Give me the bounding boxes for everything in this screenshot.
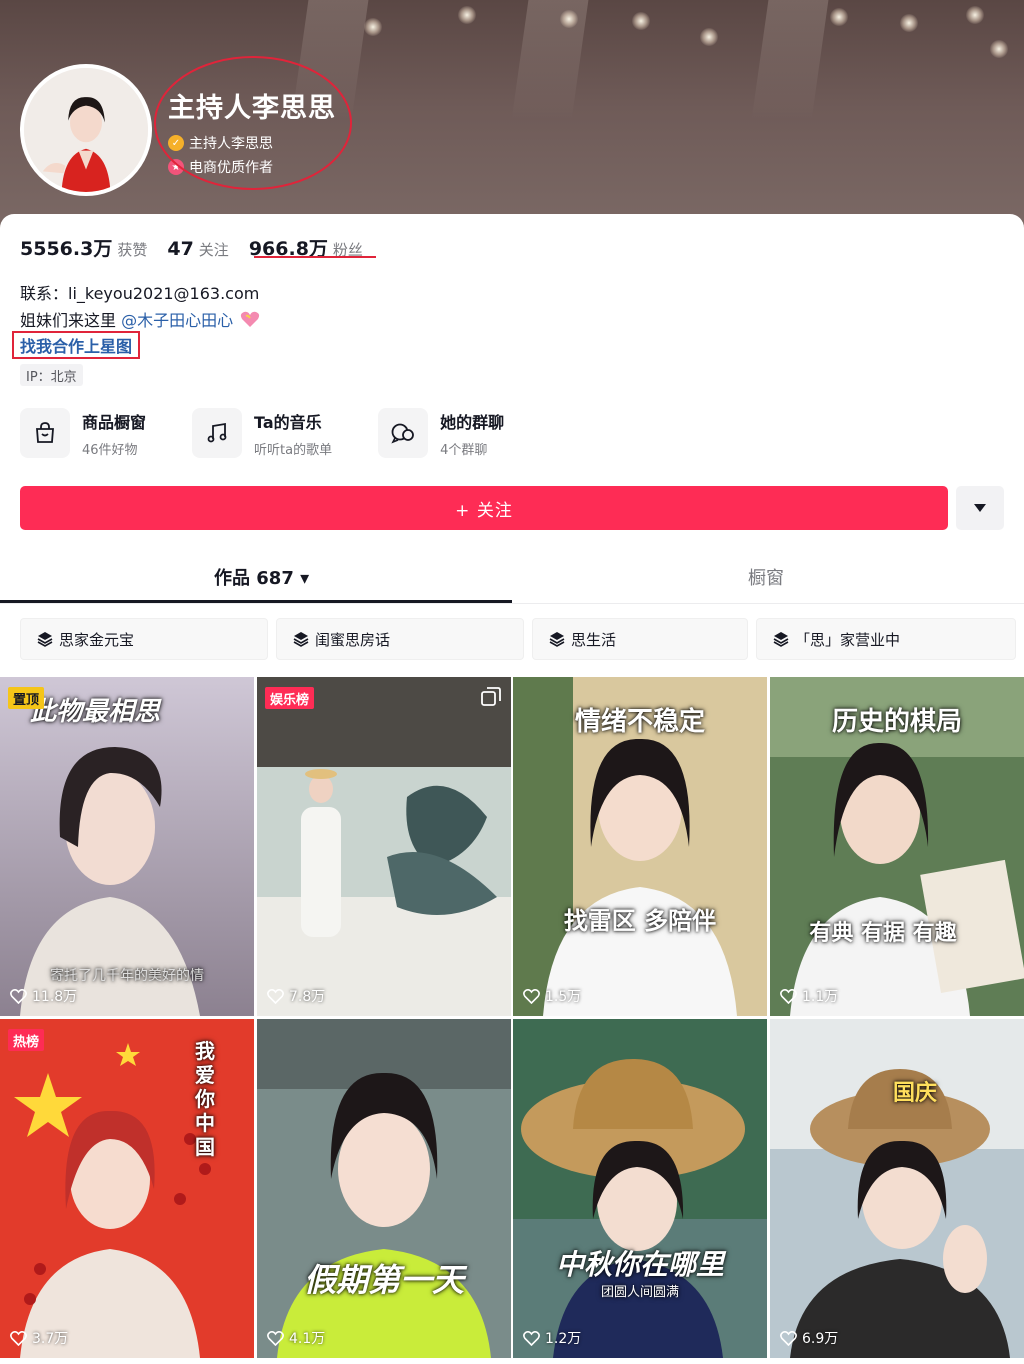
shortcut-shop-window[interactable]: 商品橱窗 46件好物 [20, 408, 146, 458]
stat-likes[interactable]: 5556.3万 获赞 [20, 234, 147, 261]
video-tile[interactable]: 情绪不稳定 找雷区 多陪伴 1.5万 [513, 677, 767, 1016]
annotation-underline [254, 256, 376, 258]
profile-banner: 主持人李思思 ✓ 主持人李思思 ★ 电商优质作者 [0, 0, 1024, 240]
video-tile[interactable]: 我爱你中国 热榜 3.7万 [0, 1019, 254, 1358]
pinned-badge: 置顶 [8, 687, 45, 709]
collection-chip[interactable]: 思生活 [532, 618, 748, 660]
avatar[interactable] [20, 64, 152, 196]
collection-chip[interactable]: 思家金元宝 [20, 618, 268, 660]
video-tile[interactable]: 娱乐榜 7.8万 [257, 677, 511, 1016]
hot-rank-badge: 热榜 [8, 1029, 45, 1051]
collection-list: 思家金元宝 闺蜜思房话 思生活 「思」家营业中 [20, 618, 1016, 660]
profile-bio: 联系：li_keyou2021@163.com 姐妹们来这里 @木子田心田心 [20, 280, 260, 334]
video-tile[interactable]: 国庆 6.9万 [770, 1019, 1024, 1358]
entertainment-rank-badge: 娱乐榜 [265, 687, 315, 709]
star-cooperation-link[interactable]: 找我合作上星图 [12, 331, 141, 359]
heart-outline-icon [267, 988, 284, 1004]
like-count: 6.9万 [780, 1328, 838, 1348]
like-count: 1.1万 [780, 986, 838, 1006]
video-tile[interactable]: 此物最相思 寄托了几千年的美好的情 置顶 11.8万 [0, 677, 254, 1016]
stack-icon [293, 632, 309, 647]
group-chat-icon [378, 408, 429, 458]
stack-icon [773, 632, 789, 647]
like-count: 7.8万 [267, 986, 325, 1006]
heart-outline-icon [523, 1330, 540, 1346]
annotation-ellipse [154, 56, 352, 190]
stack-icon [37, 632, 53, 647]
bio-contact: 联系：li_keyou2021@163.com [20, 284, 260, 303]
multi-image-icon [481, 687, 501, 706]
heart-outline-icon [267, 1330, 284, 1346]
follow-button[interactable]: + 关注 [20, 486, 948, 530]
shopping-bag-icon [20, 408, 70, 458]
tab-works[interactable]: 作品 687 ▾ [214, 564, 309, 590]
heart-emoji-icon [241, 311, 260, 327]
ip-location: IP：北京 [20, 364, 83, 386]
like-count: 3.7万 [10, 1328, 68, 1348]
tab-shop-window[interactable]: 橱窗 [748, 564, 784, 590]
stack-icon [549, 632, 565, 647]
heart-outline-icon [523, 988, 540, 1004]
stat-following[interactable]: 47 关注 [167, 238, 228, 260]
like-count: 4.1万 [267, 1328, 325, 1348]
collection-chip[interactable]: 「思」家营业中 [756, 618, 1016, 660]
shortcut-music[interactable]: Ta的音乐 听听ta的歌单 [192, 408, 332, 458]
music-note-icon [192, 408, 243, 458]
heart-outline-icon [10, 1330, 27, 1346]
like-count: 1.2万 [523, 1328, 581, 1348]
mention-link[interactable]: @木子田心田心 [121, 311, 233, 330]
profile-shortcuts: 商品橱窗 46件好物 Ta的音乐 听听ta的歌单 她的群聊 4个群聊 [20, 408, 550, 458]
caret-down-icon [974, 504, 986, 512]
shortcut-group-chat[interactable]: 她的群聊 4个群聊 [378, 408, 504, 458]
bio-line-2: 姐妹们来这里 @木子田心田心 [20, 307, 260, 334]
heart-outline-icon [780, 988, 797, 1004]
video-grid: 此物最相思 寄托了几千年的美好的情 置顶 11.8万 娱乐榜 7.8万 情绪不稳… [0, 677, 1024, 1364]
heart-outline-icon [780, 1330, 797, 1346]
profile-tabs: 作品 687 ▾ 橱窗 [0, 558, 1024, 604]
like-count: 11.8万 [10, 986, 77, 1006]
video-tile[interactable]: 假期第一天 4.1万 [257, 1019, 511, 1358]
collection-chip[interactable]: 闺蜜思房话 [276, 618, 524, 660]
like-count: 1.5万 [523, 986, 581, 1006]
video-tile[interactable]: 中秋你在哪里 团圆人间圆满 1.2万 [513, 1019, 767, 1358]
video-tile[interactable]: 历史的棋局 有典 有据 有趣 1.1万 [770, 677, 1024, 1016]
heart-outline-icon [10, 988, 27, 1004]
tab-indicator [0, 600, 512, 603]
more-options-button[interactable] [956, 486, 1004, 530]
